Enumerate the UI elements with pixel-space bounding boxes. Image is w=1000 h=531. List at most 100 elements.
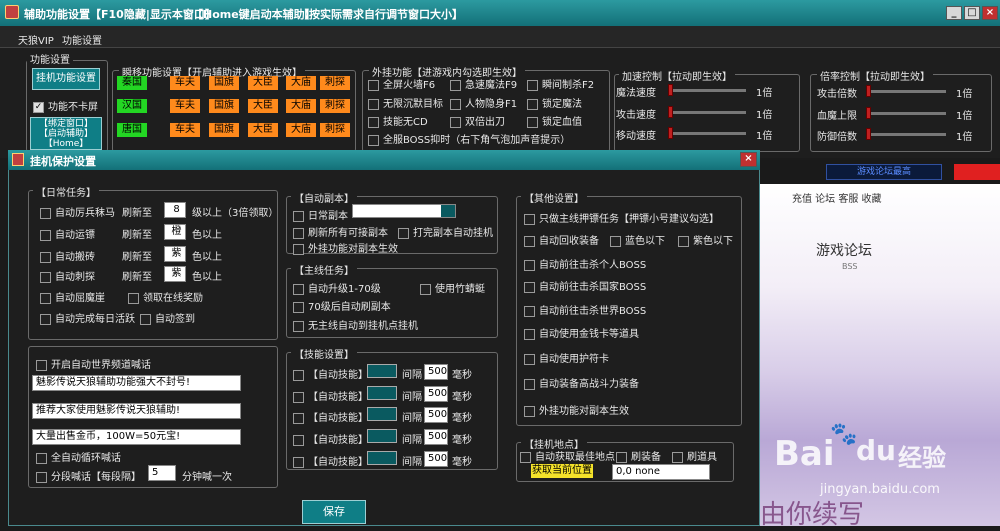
hang-farm-prop[interactable]: 刷道具	[672, 448, 717, 463]
minimize-button[interactable]: _	[946, 6, 962, 20]
teleport-flag-1[interactable]: 国旗	[209, 76, 239, 90]
mult-attack-knob[interactable]	[866, 85, 871, 97]
skill-5[interactable]: 【自动技能】	[293, 453, 368, 468]
teleport-temple-1[interactable]: 大庙	[286, 76, 316, 90]
other-country-boss[interactable]: 自动前往击杀国家BOSS	[524, 278, 646, 293]
dungeon-refresh-all[interactable]: 刷新所有可接副本	[293, 224, 388, 239]
plugin-opt-7[interactable]: 技能无CD	[368, 113, 428, 128]
speed-magic-slider[interactable]	[668, 89, 746, 92]
other-world-boss[interactable]: 自动前往击杀世界BOSS	[524, 302, 646, 317]
skill-1[interactable]: 【自动技能】	[293, 366, 368, 381]
hang-farm-equip[interactable]: 刷装备	[616, 448, 661, 463]
skill-1-key[interactable]	[367, 364, 397, 378]
hang-coords[interactable]: 0,0 none	[612, 464, 710, 480]
daily-escort-select[interactable]: 橙	[164, 224, 186, 240]
other-recycle[interactable]: 自动回收装备	[524, 232, 599, 247]
close-button[interactable]: ×	[982, 6, 998, 20]
maximize-button[interactable]: □	[964, 6, 980, 20]
daily-soldier[interactable]: 自动厉兵秣马	[40, 204, 115, 219]
bind-window-button[interactable]: 【绑定窗口】 【启动辅助】 【Home】	[30, 117, 102, 150]
shout-interval-input[interactable]: 5	[148, 465, 176, 481]
teleport-minister-1[interactable]: 大臣	[248, 76, 278, 90]
other-recycle-blue[interactable]: 蓝色以下	[610, 232, 665, 247]
teleport-tang[interactable]: 唐国	[117, 123, 147, 137]
skill-2[interactable]: 【自动技能】	[293, 388, 368, 403]
main-auto-upgrade[interactable]: 自动升级1-70级	[293, 280, 381, 295]
shout-loop[interactable]: 全自动循环喊话	[36, 449, 121, 464]
speed-attack-knob[interactable]	[668, 106, 673, 118]
speed-move-slider[interactable]	[668, 132, 746, 135]
daily-brick[interactable]: 自动搬砖	[40, 248, 95, 263]
dungeon-after-hang[interactable]: 打完副本自动挂机	[398, 224, 493, 239]
teleport-temple-2[interactable]: 大庙	[286, 99, 316, 113]
teleport-flag-2[interactable]: 国旗	[209, 99, 239, 113]
teleport-carter-1[interactable]: 车夫	[170, 76, 200, 90]
shout-message-3[interactable]: 大量出售金币，100W=50元宝!	[32, 429, 241, 445]
teleport-temple-3[interactable]: 大庙	[286, 123, 316, 137]
skill-1-interval[interactable]: 500	[424, 364, 448, 380]
dungeon-plugin[interactable]: 外挂功能对副本生效	[293, 240, 398, 255]
daily-signin[interactable]: 自动签到	[140, 310, 195, 325]
hang-best-location[interactable]: 自动获取最佳地点	[520, 448, 615, 463]
teleport-spy-1[interactable]: 刺探	[320, 76, 350, 90]
teleport-carter-3[interactable]: 车夫	[170, 123, 200, 137]
skill-3[interactable]: 【自动技能】	[293, 409, 368, 424]
mult-attack-slider[interactable]	[866, 90, 946, 93]
shout-segment[interactable]: 分段喊话【每段隔】	[36, 468, 141, 483]
main-no-task-hang[interactable]: 无主线自动到挂机点挂机	[293, 317, 418, 332]
daily-online-reward[interactable]: 领取在线奖励	[128, 289, 203, 304]
daily-spy[interactable]: 自动刺探	[40, 268, 95, 283]
shout-message-2[interactable]: 推荐大家使用魅影传说天狼辅助!	[32, 403, 241, 419]
other-best-gear[interactable]: 自动装备高战斗力装备	[524, 375, 639, 390]
daily-escort[interactable]: 自动运镖	[40, 226, 95, 241]
other-amulet[interactable]: 自动使用护符卡	[524, 350, 609, 365]
speed-attack-slider[interactable]	[668, 111, 746, 114]
skill-3-interval[interactable]: 500	[424, 407, 448, 423]
daily-brick-select[interactable]: 紫	[164, 246, 186, 262]
mult-hp-knob[interactable]	[866, 107, 871, 119]
plugin-opt-3[interactable]: 瞬间制杀F2	[527, 76, 594, 91]
dungeon-select[interactable]	[352, 204, 456, 218]
shout-enable[interactable]: 开启自动世界频道喊话	[36, 356, 151, 371]
teleport-qin[interactable]: 秦国	[117, 76, 147, 90]
speed-move-knob[interactable]	[668, 127, 673, 139]
teleport-minister-3[interactable]: 大臣	[248, 123, 278, 137]
daily-activity[interactable]: 自动完成每日活跃	[40, 310, 135, 325]
shout-message-1[interactable]: 魅影传说天狼辅助功能强大不封号!	[32, 375, 241, 391]
teleport-spy-2[interactable]: 刺探	[320, 99, 350, 113]
skill-2-key[interactable]	[367, 386, 397, 400]
bg-links[interactable]: 充值 论坛 客服 收藏	[792, 190, 882, 205]
other-money-card[interactable]: 自动使用金钱卡等道具	[524, 325, 639, 340]
plugin-opt-4[interactable]: 无限沉默目标	[368, 95, 443, 110]
dungeon-daily[interactable]: 日常副本	[293, 207, 348, 222]
mult-hp-slider[interactable]	[866, 112, 946, 115]
skill-4[interactable]: 【自动技能】	[293, 431, 368, 446]
main-bamboo[interactable]: 使用竹蜻蜓	[420, 280, 485, 295]
teleport-carter-2[interactable]: 车夫	[170, 99, 200, 113]
no-flicker-option[interactable]: ✓ 功能不卡屏	[33, 98, 98, 113]
main-after70[interactable]: 70级后自动刷副本	[293, 298, 391, 313]
speed-magic-knob[interactable]	[668, 84, 673, 96]
menu-vip[interactable]: 天狼VIP	[18, 32, 54, 47]
hang-settings-button[interactable]: 挂机功能设置	[32, 68, 100, 90]
other-recycle-purple[interactable]: 紫色以下	[678, 232, 733, 247]
skill-5-interval[interactable]: 500	[424, 451, 448, 467]
plugin-opt-1[interactable]: 全屏火墙F6	[368, 76, 435, 91]
daily-demon[interactable]: 自动屈魔崖	[40, 289, 105, 304]
plugin-opt-5[interactable]: 人物隐身F1	[450, 95, 517, 110]
skill-5-key[interactable]	[367, 451, 397, 465]
menu-settings[interactable]: 功能设置	[62, 32, 102, 47]
teleport-spy-3[interactable]: 刺探	[320, 123, 350, 137]
daily-soldier-input[interactable]: 8	[164, 202, 186, 218]
teleport-han[interactable]: 汉国	[117, 99, 147, 113]
other-personal-boss[interactable]: 自动前往击杀个人BOSS	[524, 256, 646, 271]
plugin-opt-6[interactable]: 锁定魔法	[527, 95, 582, 110]
mult-defense-slider[interactable]	[866, 133, 946, 136]
skill-3-key[interactable]	[367, 407, 397, 421]
get-position-button[interactable]: 获取当前位置	[531, 464, 593, 478]
plugin-opt-2[interactable]: 急速魔法F9	[450, 76, 517, 91]
plugin-boss-alert[interactable]: 全服BOSS抑时（右下角气泡加声音提示）	[368, 131, 570, 146]
skill-4-key[interactable]	[367, 429, 397, 443]
other-plugin-dungeon[interactable]: 外挂功能对副本生效	[524, 402, 629, 417]
plugin-opt-9[interactable]: 锁定血值	[527, 113, 582, 128]
